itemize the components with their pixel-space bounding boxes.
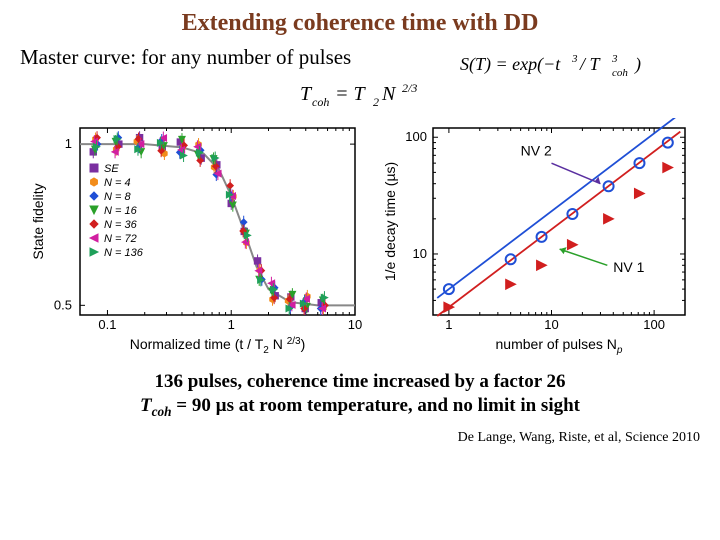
svg-text:N = 72: N = 72 bbox=[104, 233, 137, 245]
svg-text:NV 1: NV 1 bbox=[613, 259, 644, 275]
svg-text:2: 2 bbox=[373, 95, 379, 109]
svg-text:1: 1 bbox=[65, 136, 72, 151]
svg-text:): ) bbox=[634, 54, 641, 75]
svg-text:N = 4: N = 4 bbox=[104, 177, 131, 189]
svg-text:NV 2: NV 2 bbox=[521, 142, 552, 158]
svg-text:N = 16: N = 16 bbox=[104, 205, 138, 217]
chart-scaling: 1 10 100 10 100 NV 2 NV 1 1/e decay time (µs) nu… bbox=[375, 118, 695, 363]
svg-text:0.1: 0.1 bbox=[98, 317, 116, 332]
svg-text:100: 100 bbox=[405, 129, 427, 144]
formula-center: T coh = T 2 N 2/3 bbox=[20, 80, 700, 110]
svg-text:/ T: / T bbox=[579, 54, 602, 74]
svg-text:0.5: 0.5 bbox=[54, 297, 72, 312]
svg-text:coh: coh bbox=[612, 67, 628, 79]
slide-title: Extending coherence time with DD bbox=[20, 10, 700, 37]
svg-text:10: 10 bbox=[348, 317, 362, 332]
svg-text:10: 10 bbox=[544, 317, 558, 332]
svg-text:State fidelity: State fidelity bbox=[30, 183, 46, 259]
svg-text:SE: SE bbox=[104, 163, 119, 175]
svg-text:1: 1 bbox=[228, 317, 235, 332]
svg-text:100: 100 bbox=[643, 317, 665, 332]
formula-right: S(T) = exp(−t 3 / T 3 coh ) bbox=[460, 50, 690, 80]
svg-text:coh: coh bbox=[312, 95, 329, 109]
svg-text:10: 10 bbox=[413, 246, 427, 261]
svg-text:N = 36: N = 36 bbox=[104, 219, 138, 231]
svg-text:= T: = T bbox=[335, 83, 366, 105]
svg-text:number of pulses Np: number of pulses Np bbox=[496, 336, 623, 356]
chart-master-curve: 0.5 1 0.1 1 10 SE N = 4 N = 8 N = 16 N = 36 N = 72… bbox=[25, 118, 365, 363]
svg-text:1: 1 bbox=[445, 317, 452, 332]
svg-text:S(T) = exp(−t: S(T) = exp(−t bbox=[460, 54, 561, 75]
svg-text:1/e decay time (µs): 1/e decay time (µs) bbox=[382, 162, 398, 281]
svg-text:N: N bbox=[381, 83, 397, 105]
summary-line-1: 136 pulses, coherence time increased by … bbox=[20, 371, 700, 393]
summary-line-2: Tcoh = 90 µs at room temperature, and no… bbox=[20, 395, 700, 420]
citation: De Lange, Wang, Riste, et al, Science 20… bbox=[20, 430, 700, 446]
svg-text:3: 3 bbox=[571, 53, 578, 65]
svg-text:Normalized time (t / T2 N 2/: Normalized time (t / T2 N 2/3) bbox=[130, 336, 306, 356]
svg-text:2/3: 2/3 bbox=[402, 81, 417, 95]
svg-text:3: 3 bbox=[611, 53, 618, 65]
svg-text:N = 136: N = 136 bbox=[104, 247, 144, 259]
svg-text:N = 8: N = 8 bbox=[104, 191, 131, 203]
